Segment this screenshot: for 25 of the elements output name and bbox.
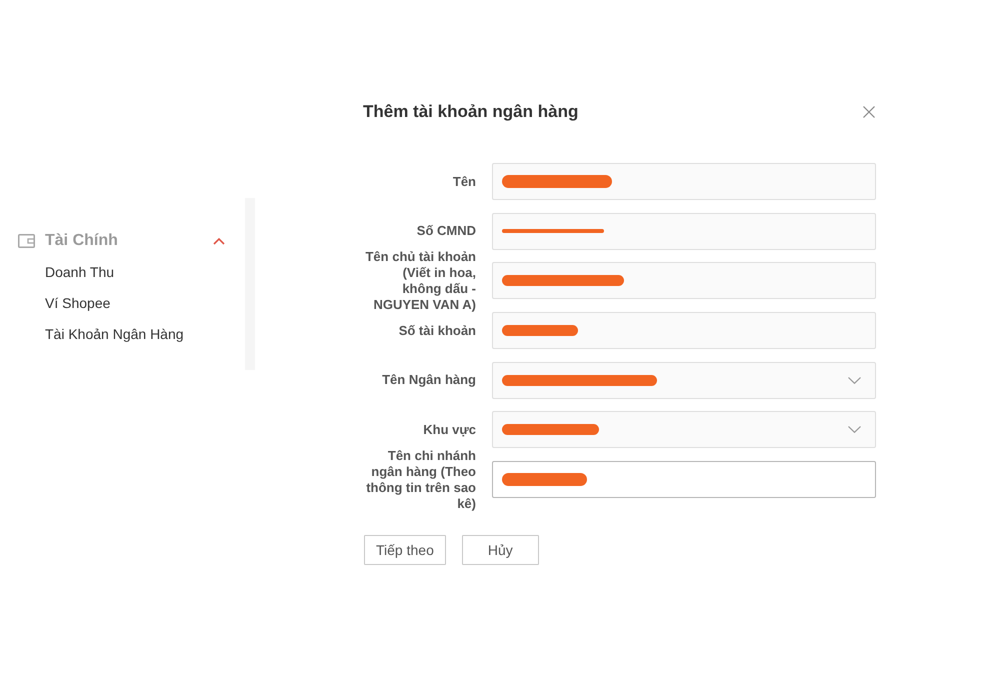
input-field[interactable]	[492, 312, 876, 350]
field-label: Tên chủ tài khoản (Viết in hoa, không dấu - NGUYEN VAN A)	[364, 248, 476, 313]
sidebar-item[interactable]: Ví Shopee	[45, 293, 110, 313]
input-field[interactable]	[492, 163, 876, 200]
wallet-icon	[18, 234, 35, 248]
field-label: Tên	[452, 174, 476, 190]
input-field[interactable]	[492, 461, 876, 498]
field-label: Số tài khoản	[398, 322, 476, 339]
sidebar-item[interactable]: Doanh Thu	[45, 262, 114, 282]
input-field[interactable]	[492, 212, 876, 250]
select-field[interactable]	[492, 411, 876, 448]
field-label: Tên chi nhánh ngân hàng (Theo thông tin trên sao kê)	[365, 448, 476, 512]
sidebar-item[interactable]: Tài Khoản Ngân Hàng	[45, 324, 184, 344]
dialog-button[interactable]: Hủy	[462, 535, 539, 566]
dialog-title: Thêm tài khoản ngân hàng	[363, 102, 578, 122]
field-label: Số CMND	[416, 223, 476, 240]
caret-icon[interactable]	[213, 238, 225, 244]
field-label: Khu vực	[422, 422, 476, 438]
dialog-button[interactable]: Tiếp theo	[364, 535, 446, 566]
chevron-down-icon	[848, 426, 861, 434]
close-icon[interactable]	[863, 106, 875, 118]
input-field[interactable]	[492, 262, 876, 300]
field-label: Tên Ngân hàng	[381, 372, 476, 388]
chevron-down-icon	[848, 376, 861, 384]
select-field[interactable]	[492, 362, 876, 399]
